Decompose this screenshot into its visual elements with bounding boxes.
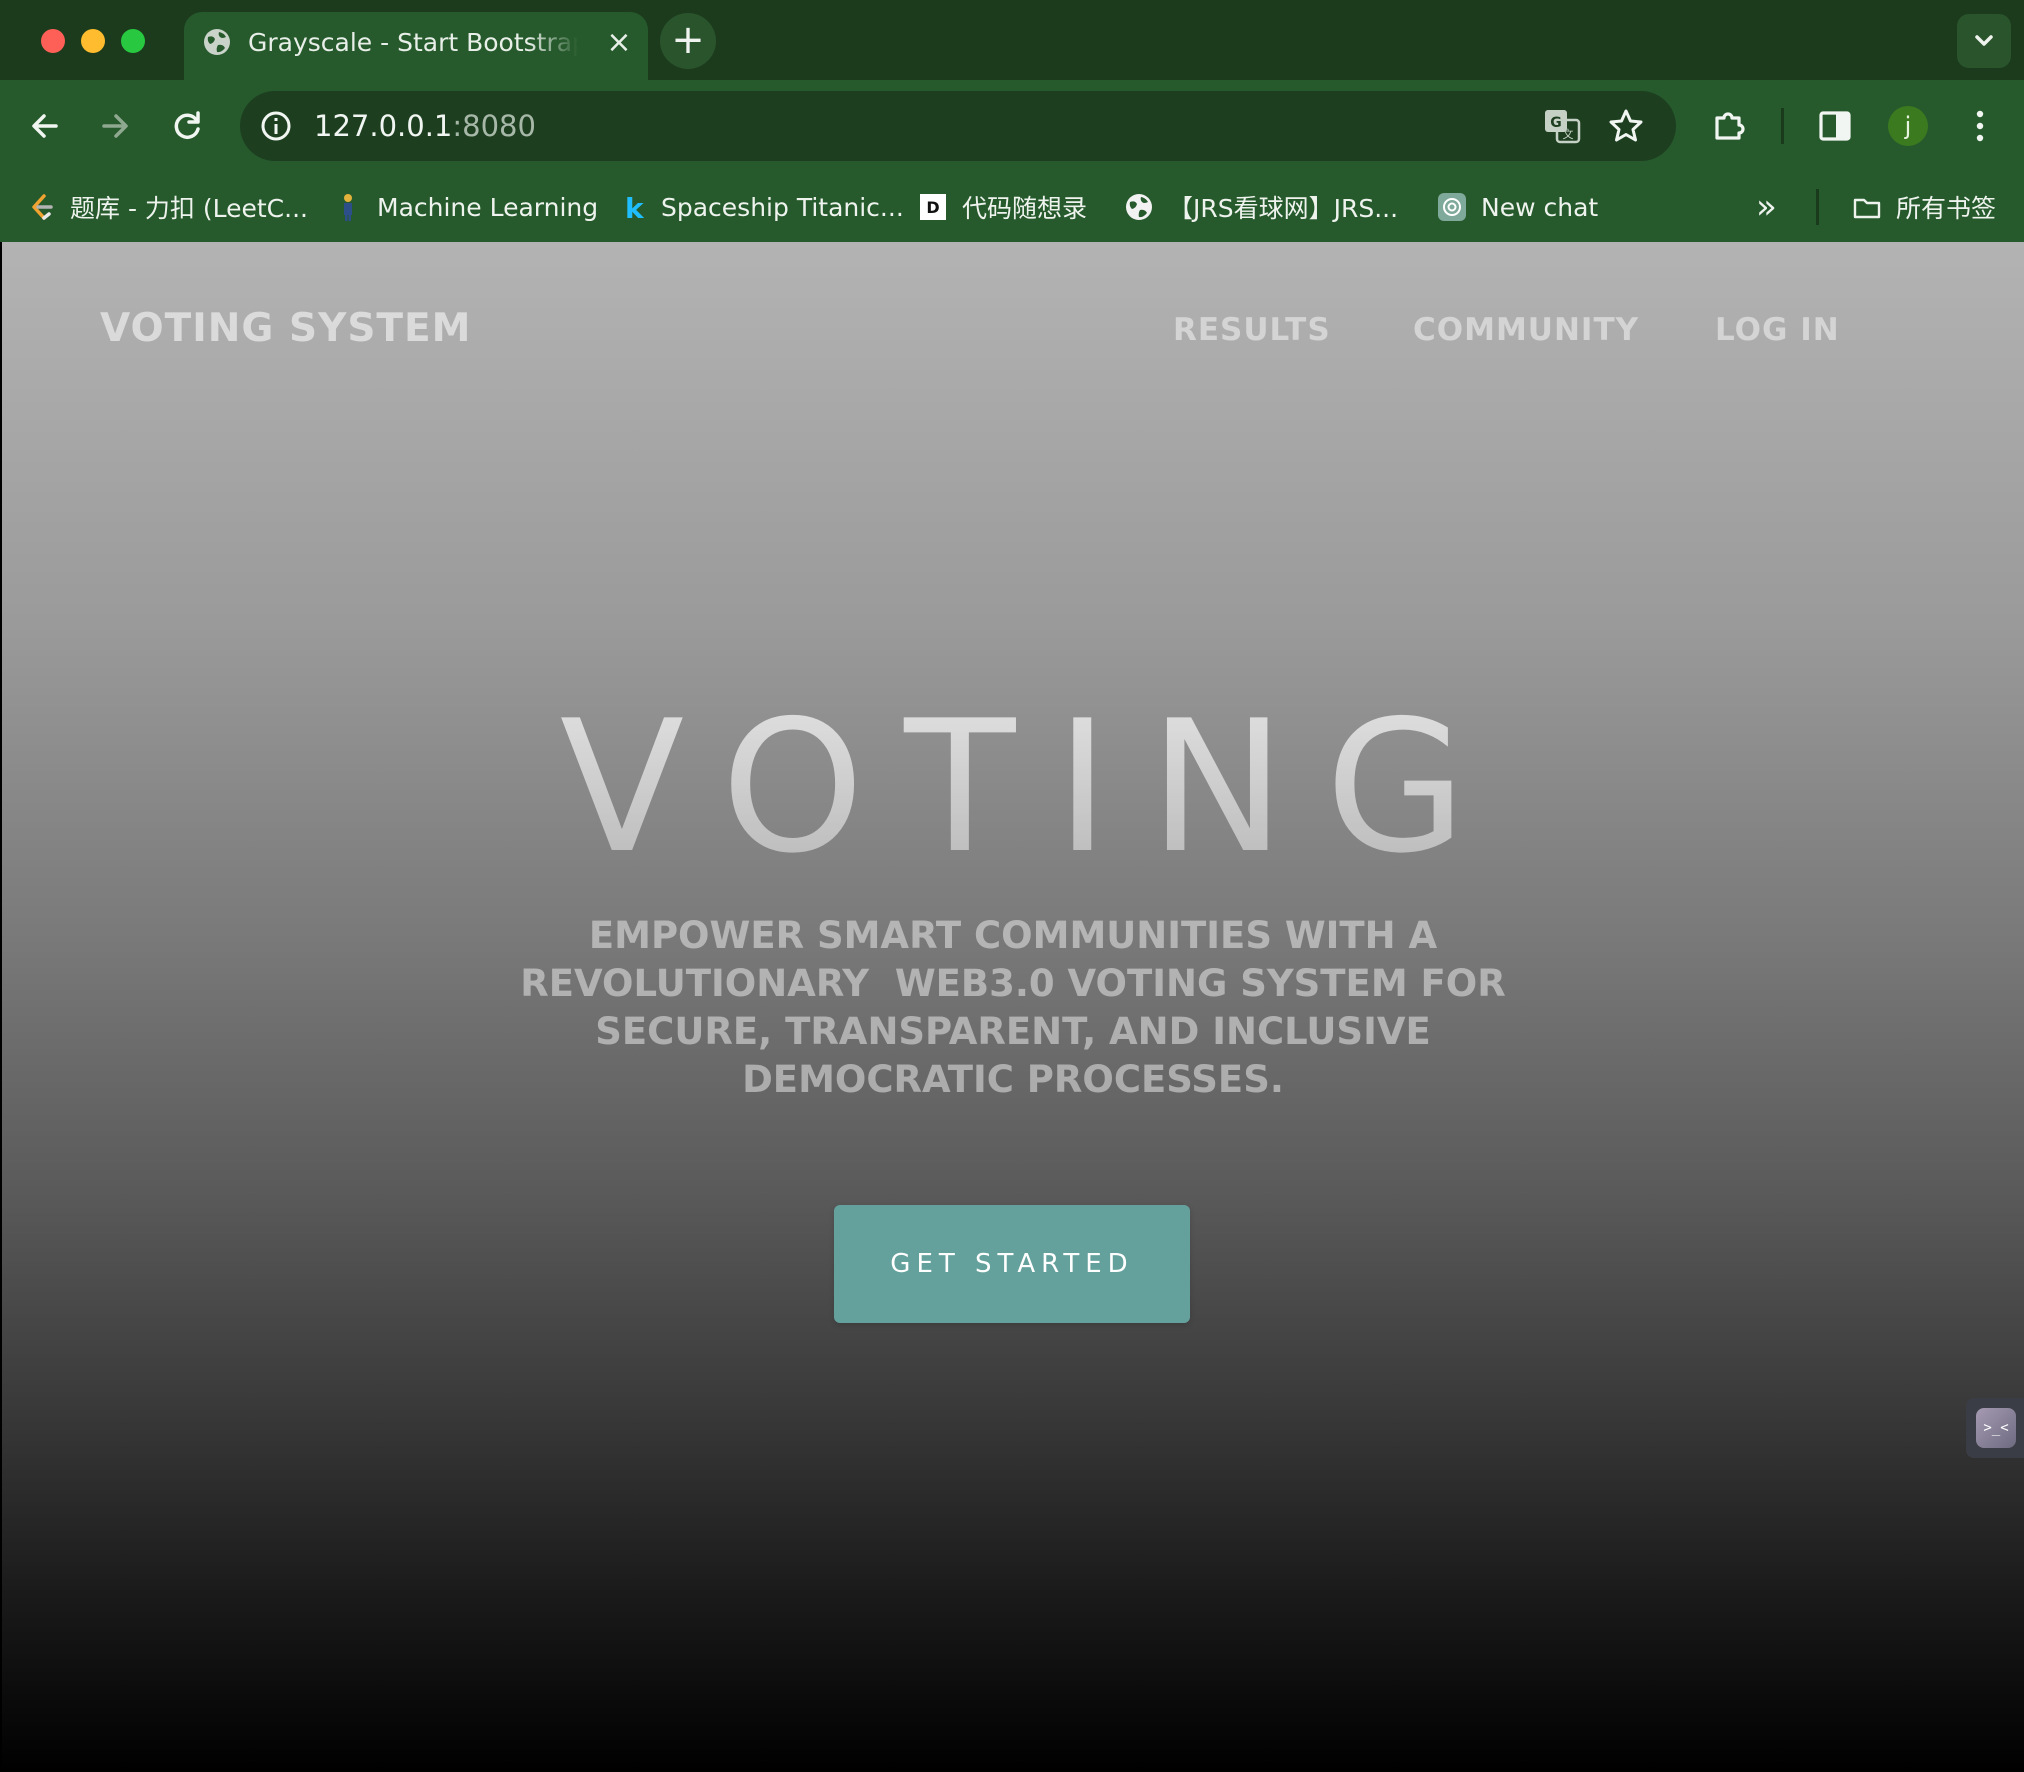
profile-avatar[interactable]: j (1888, 106, 1928, 146)
bookmark-item-new-chat[interactable]: New chat (1437, 186, 1598, 228)
kaggle-icon: k (617, 192, 647, 222)
globe-icon (202, 27, 232, 57)
url-host: 127.0.0.1 (314, 109, 453, 143)
svg-text:k: k (625, 192, 645, 222)
bookmark-item-spaceship-titanic[interactable]: k Spaceship Titanic... (617, 186, 904, 228)
nav-community[interactable]: COMMUNITY (1413, 308, 1639, 352)
more-bookmarks-button[interactable]: » (1756, 186, 1777, 228)
ml-icon (333, 192, 363, 222)
bookmark-label: 代码随想录 (962, 194, 1088, 223)
bookmark-star-icon[interactable] (1606, 106, 1646, 146)
reload-icon[interactable] (163, 101, 213, 151)
chevron-double-right-icon: » (1756, 187, 1777, 227)
daimasuixianglu-icon: D (918, 192, 948, 222)
more-menu-icon[interactable] (1955, 101, 2005, 151)
bookmark-label: Machine Learning (377, 192, 599, 222)
nav-results[interactable]: RESULTS (1173, 308, 1331, 352)
bookmark-label: Spaceship Titanic... (661, 192, 904, 222)
url-text: 127.0.0.1:8080 (314, 107, 536, 145)
translate-icon[interactable]: G文 (1542, 106, 1582, 146)
back-icon[interactable] (20, 101, 70, 151)
tab-title: Grayscale - Start Bootstrap Theme (248, 28, 578, 57)
bookmark-label: 【JRS看球网】JRS... (1168, 194, 1399, 223)
browser-tab[interactable]: Grayscale - Start Bootstrap Theme × (184, 12, 648, 80)
tab-close-icon[interactable]: × (602, 26, 636, 60)
get-started-button[interactable]: GET STARTED (834, 1205, 1190, 1323)
address-bar[interactable]: 127.0.0.1:8080 G文 (240, 91, 1676, 161)
new-tab-button[interactable]: + (660, 13, 716, 69)
bookmark-item-daimasuixianglu[interactable]: D 代码随想录 (918, 186, 1087, 228)
openai-icon (1437, 192, 1467, 222)
nav-log-in[interactable]: LOG IN (1715, 308, 1840, 352)
svg-text:文: 文 (1563, 127, 1574, 141)
page-viewport: VOTING SYSTEM RESULTS COMMUNITY LOG IN V… (2, 242, 2024, 1772)
svg-text:D: D (926, 198, 939, 217)
bookmarks-divider (1816, 189, 1819, 225)
extensions-icon[interactable] (1704, 101, 1754, 151)
folder-icon (1852, 192, 1882, 222)
bookmark-item-jrs[interactable]: 【JRS看球网】JRS... (1124, 186, 1398, 228)
hero-subtitle: Empower smart communities with a revolut… (520, 914, 1519, 1101)
bookmark-item-machine-learning[interactable]: Machine Learning (333, 186, 598, 228)
maximize-window-button[interactable] (121, 29, 145, 53)
toolbar-divider (1781, 108, 1784, 144)
minimize-window-button[interactable] (81, 29, 105, 53)
bookmark-label: New chat (1481, 192, 1599, 222)
forward-icon[interactable] (90, 101, 140, 151)
url-port: :8080 (452, 109, 536, 143)
floating-widget[interactable]: >_< (1966, 1398, 2024, 1458)
site-brand[interactable]: VOTING SYSTEM (100, 304, 471, 354)
side-panel-icon[interactable] (1810, 101, 1860, 151)
hero-title: VOTING (2, 682, 2024, 892)
svg-text:G: G (1550, 115, 1562, 131)
bookmark-label: 题库 - 力扣 (LeetC... (70, 194, 308, 223)
tab-search-button[interactable] (1957, 14, 2011, 68)
close-window-button[interactable] (41, 29, 65, 53)
browser-toolbar: 127.0.0.1:8080 G文 j (0, 80, 2024, 172)
chevron-down-icon (1975, 35, 1993, 46)
browser-window: Grayscale - Start Bootstrap Theme × + 12… (0, 0, 2024, 1772)
all-bookmarks-label: 所有书签 (1896, 194, 1997, 223)
tab-strip: Grayscale - Start Bootstrap Theme × + (0, 0, 2024, 80)
all-bookmarks-button[interactable]: 所有书签 (1852, 186, 1996, 228)
bookmark-item-leetcode[interactable]: 题库 - 力扣 (LeetC... (26, 186, 308, 228)
terminal-icon: >_< (1976, 1408, 2016, 1448)
site-info-icon[interactable] (258, 108, 294, 144)
leetcode-icon (26, 192, 56, 222)
bookmarks-bar: 题库 - 力扣 (LeetC... Machine Learning k Spa… (0, 172, 2024, 242)
globe-icon (1124, 192, 1154, 222)
